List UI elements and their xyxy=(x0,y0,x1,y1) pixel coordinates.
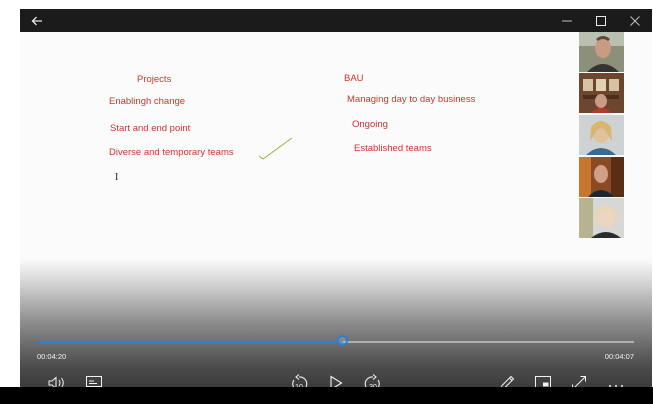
projects-item: Enablingh change xyxy=(109,96,186,107)
participant-video-5[interactable] xyxy=(579,198,624,238)
arrow-left-icon xyxy=(31,16,42,26)
bau-heading: BAU xyxy=(344,73,364,84)
close-icon xyxy=(630,16,640,26)
bau-item: Managing day to day business xyxy=(347,94,476,105)
projects-item: Diverse and temporary teams xyxy=(109,147,234,158)
whiteboard-slide: Projects Enablingh change Start and end … xyxy=(20,32,652,272)
checkmark-icon xyxy=(258,137,293,160)
text-cursor: I xyxy=(115,172,119,183)
participant-strip xyxy=(579,32,624,240)
minimize-icon xyxy=(562,20,572,22)
bau-item: Established teams xyxy=(354,143,432,154)
participant-video-4[interactable] xyxy=(579,157,624,197)
maximize-icon xyxy=(596,16,606,26)
bau-item: Ongoing xyxy=(352,119,388,130)
seek-bar[interactable] xyxy=(37,335,634,346)
app-window: Projects Enablingh change Start and end … xyxy=(0,0,653,404)
video-player: Projects Enablingh change Start and end … xyxy=(20,9,652,404)
projects-heading: Projects xyxy=(137,74,172,85)
participant-video-3[interactable] xyxy=(579,115,624,155)
back-button[interactable] xyxy=(20,9,54,32)
remaining-time: 00:04:07 xyxy=(604,352,634,361)
title-bar xyxy=(20,9,652,32)
elapsed-time: 00:04:20 xyxy=(37,352,67,361)
projects-item: Start and end point xyxy=(110,123,191,134)
maximize-button[interactable] xyxy=(584,9,618,32)
participant-video-1[interactable] xyxy=(579,32,624,72)
minimize-button[interactable] xyxy=(550,9,584,32)
close-button[interactable] xyxy=(618,9,652,32)
seek-bar-played xyxy=(37,341,344,343)
taskbar-edge xyxy=(0,387,653,404)
participant-video-2[interactable] xyxy=(579,73,624,113)
